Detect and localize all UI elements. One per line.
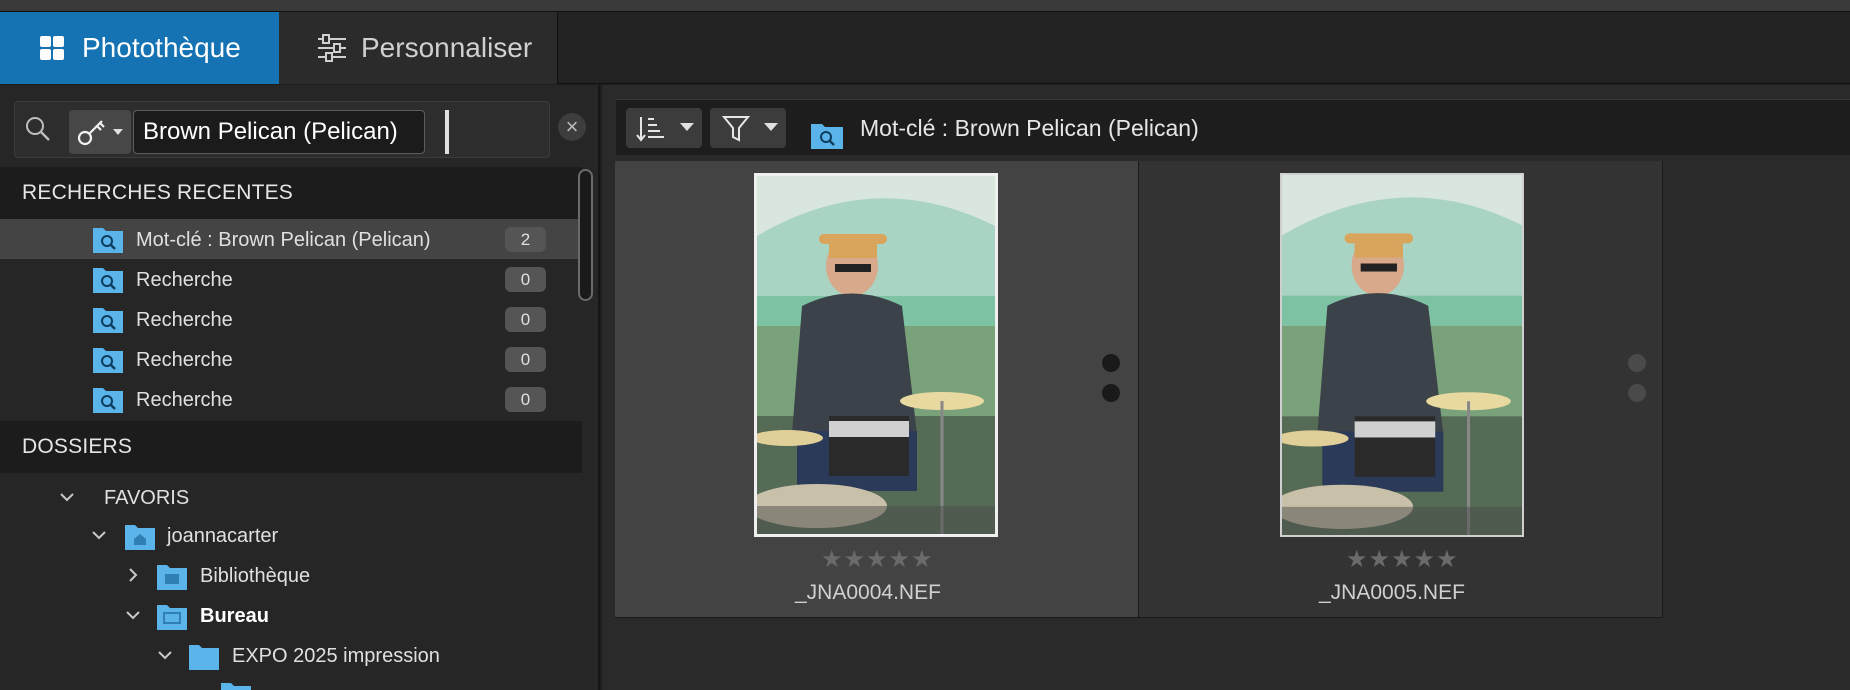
more-options-icon[interactable] — [1628, 354, 1646, 414]
recent-search-label: Recherche — [136, 269, 233, 291]
recent-search-label: Recherche — [136, 309, 233, 331]
filter-button[interactable] — [710, 108, 786, 148]
close-icon: × — [565, 114, 579, 139]
star-rating[interactable]: ★★★★★ — [1346, 545, 1459, 574]
window-top-strip — [0, 0, 1850, 12]
search-folder-icon — [92, 384, 124, 420]
chevron-down-icon[interactable] — [124, 606, 144, 626]
tab-bar: Photothèque Personnaliser — [0, 12, 1850, 84]
tree-item-favoris[interactable]: FAVORIS — [0, 478, 582, 518]
tree-item-label: joannacarter — [167, 525, 279, 547]
tree-item-label: Bibliothèque — [200, 565, 311, 587]
tree-item-bibliotheque[interactable]: Bibliothèque — [0, 556, 582, 596]
recent-search-label: Recherche — [136, 349, 233, 371]
tab-personnaliser[interactable]: Personnaliser — [279, 12, 558, 84]
search-folder-icon — [92, 344, 124, 380]
search-folder-icon — [92, 304, 124, 340]
tree-item-label: EXPO 2025 impression — [232, 645, 440, 667]
count-badge: 2 — [505, 227, 546, 252]
tree-item-expo-2025[interactable]: EXPO 2025 impression — [0, 636, 582, 676]
tab-phototheque[interactable]: Photothèque — [0, 12, 279, 84]
image-filename: _JNA0005.NEF — [1319, 581, 1465, 604]
filter-icon — [721, 114, 751, 149]
image-thumbnail[interactable] — [1280, 173, 1524, 537]
count-badge: 0 — [505, 267, 546, 292]
desktop-folder-icon — [156, 601, 188, 637]
tree-item-bureau[interactable]: Bureau — [0, 596, 582, 636]
tree-item-joannacarter[interactable]: joannacarter — [0, 516, 582, 556]
keyword-search-field[interactable]: Brown Pelican (Pelican) — [133, 110, 425, 154]
clear-search-button[interactable]: × — [558, 113, 586, 141]
chevron-down-icon — [764, 123, 778, 131]
tab-phototheque-label: Photothèque — [82, 32, 241, 63]
keyword-filter-button[interactable] — [69, 110, 131, 154]
recent-search-label: Mot-clé : Brown Pelican (Pelican) — [136, 229, 431, 251]
search-folder-icon — [92, 264, 124, 300]
tab-personnaliser-label: Personnaliser — [361, 32, 533, 63]
scrollbar-thumb[interactable] — [578, 169, 593, 301]
recent-search-item[interactable]: Recherche 0 — [0, 259, 582, 299]
search-box: Brown Pelican (Pelican) — [14, 101, 550, 158]
star-rating[interactable]: ★★★★★ — [821, 545, 934, 574]
sliders-icon — [317, 34, 346, 62]
image-filename: _JNA0004.NEF — [795, 581, 941, 604]
image-cell[interactable]: ★★★★★ _JNA0005.NEF — [1139, 161, 1663, 618]
recent-search-label: Recherche — [136, 389, 233, 411]
recent-search-item[interactable]: Recherche 0 — [0, 339, 582, 379]
key-icon — [77, 118, 107, 151]
folder-icon — [188, 641, 220, 677]
tree-item-label: FAVORIS — [104, 487, 190, 509]
count-badge: 0 — [505, 307, 546, 332]
chevron-right-icon[interactable] — [124, 566, 144, 586]
chevron-down-icon — [680, 123, 694, 131]
tree-item-partial[interactable] — [0, 676, 582, 690]
recent-search-item[interactable]: Mot-clé : Brown Pelican (Pelican) 2 — [0, 219, 582, 259]
image-cell[interactable]: ★★★★★ _JNA0004.NEF — [615, 161, 1139, 618]
recent-searches-header[interactable]: RECHERCHES RECENTES — [0, 167, 582, 219]
recent-search-item[interactable]: Recherche 0 — [0, 379, 582, 419]
more-options-icon[interactable] — [1102, 354, 1120, 414]
chevron-down-icon[interactable] — [58, 488, 78, 508]
sort-icon — [636, 114, 666, 149]
text-cursor — [445, 110, 449, 154]
recent-search-item[interactable]: Recherche 0 — [0, 299, 582, 339]
search-icon[interactable] — [25, 116, 53, 144]
folders-header[interactable]: DOSSIERS — [0, 421, 582, 473]
browser-panel: Mot-clé : Brown Pelican (Pelican) ★★★★★ … — [602, 85, 1850, 690]
grid-icon — [38, 34, 66, 62]
tree-item-label: Bureau — [200, 605, 269, 627]
chevron-down-icon — [113, 129, 123, 135]
chevron-down-icon[interactable] — [90, 526, 110, 546]
left-panel: Brown Pelican (Pelican) × RECHERCHES REC… — [0, 85, 600, 690]
home-folder-icon — [124, 521, 156, 557]
folder-icon — [220, 676, 252, 690]
browser-toolbar: Mot-clé : Brown Pelican (Pelican) — [616, 99, 1850, 155]
breadcrumb-label: Mot-clé : Brown Pelican (Pelican) — [860, 115, 1199, 141]
count-badge: 0 — [505, 347, 546, 372]
search-folder-icon — [92, 224, 124, 260]
count-badge: 0 — [505, 387, 546, 412]
sort-button[interactable] — [626, 108, 702, 148]
image-thumbnail[interactable] — [754, 173, 998, 537]
library-folder-icon — [156, 561, 188, 597]
chevron-down-icon[interactable] — [156, 646, 176, 666]
